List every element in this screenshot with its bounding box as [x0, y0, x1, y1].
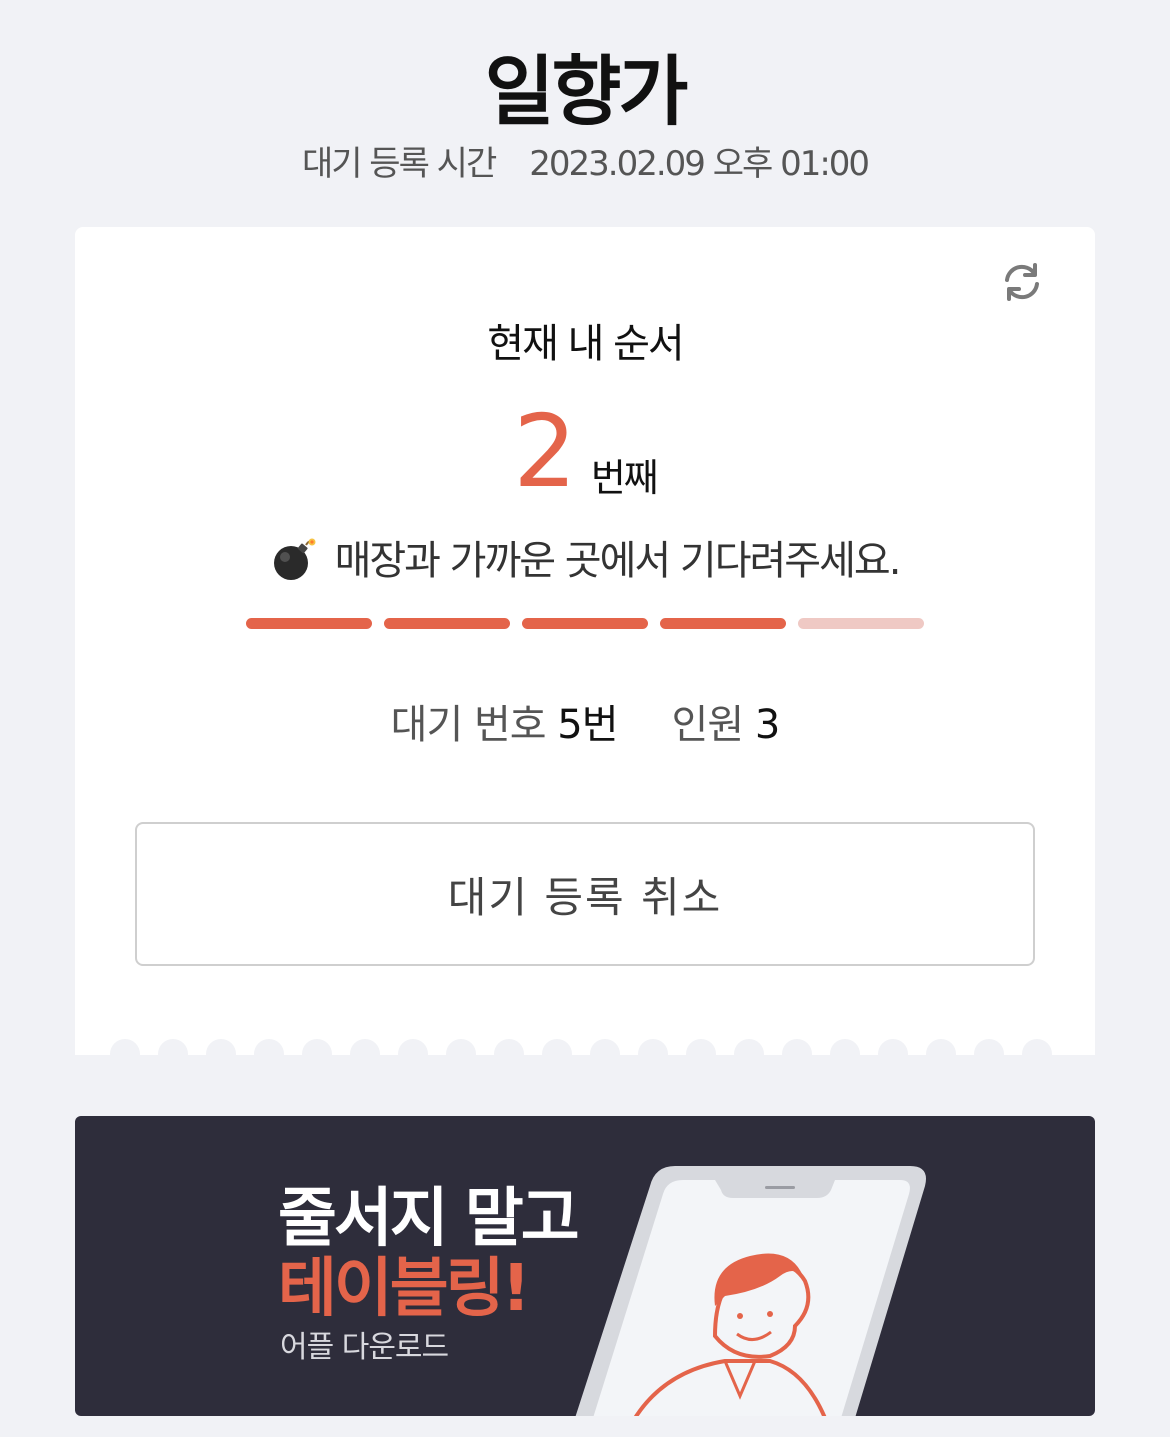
- store-name: 일향가: [484, 47, 689, 136]
- queue-details: 대기 번호 5번 인원 3: [75, 697, 1095, 753]
- registration-time-label: 대기 등록 시간: [301, 144, 497, 184]
- banner-cta: 어플 다운로드: [280, 1330, 449, 1365]
- app-download-banner[interactable]: 줄서지 말고 테이블링! 어플 다운로드: [75, 1116, 1095, 1416]
- order-position-number: 2: [513, 393, 577, 510]
- order-position: 2 번째: [75, 397, 1095, 507]
- ticket-perforation: [75, 1039, 1095, 1071]
- bomb-icon: [273, 538, 316, 580]
- my-order-label: 현재 내 순서: [487, 321, 684, 367]
- refresh-icon: [1005, 263, 1039, 301]
- progress-step: [522, 618, 648, 629]
- registration-time-value: 2023.02.09 오후 01:00: [529, 144, 870, 184]
- cancel-registration-button[interactable]: 대기 등록 취소: [135, 822, 1035, 966]
- banner-brand: 테이블링!: [278, 1252, 531, 1326]
- queue-progress-bar: [246, 618, 924, 630]
- progress-step: [246, 618, 372, 629]
- registration-time: 대기 등록 시간 2023.02.09 오후 01:00: [0, 142, 1170, 186]
- waiting-status-card: 현재 내 순서 2 번째 매장과 가까운 곳에서 기다려주세요. 대기 번호 5번…: [75, 227, 1095, 1069]
- order-position-unit: 번째: [590, 456, 659, 500]
- phone-illustration-icon: [575, 1166, 926, 1416]
- party-size-label: 인원: [671, 702, 745, 748]
- refresh-button[interactable]: [999, 259, 1045, 305]
- party-size-value: 3: [754, 702, 780, 748]
- queue-number-label: 대기 번호: [390, 702, 547, 748]
- queue-number-value: 5번: [557, 702, 618, 748]
- banner-headline: 줄서지 말고: [278, 1182, 580, 1256]
- progress-step: [798, 618, 924, 629]
- wait-notice-text: 매장과 가까운 곳에서 기다려주세요.: [334, 538, 902, 584]
- progress-step: [660, 618, 786, 629]
- wait-notice: 매장과 가까운 곳에서 기다려주세요.: [75, 533, 1095, 589]
- progress-step: [384, 618, 510, 629]
